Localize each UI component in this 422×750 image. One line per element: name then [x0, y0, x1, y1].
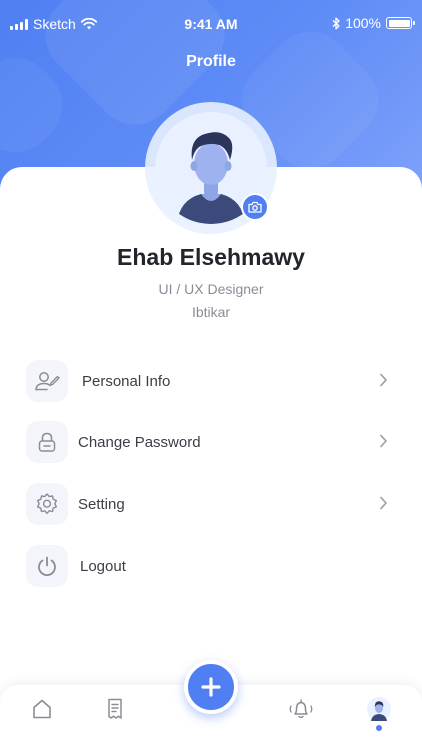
menu-item-change-password[interactable]: Change Password [26, 420, 396, 464]
bluetooth-icon [332, 17, 340, 29]
receipt-icon [108, 698, 122, 719]
change-photo-button[interactable] [241, 193, 269, 221]
user-company: Ibtikar [191, 304, 231, 320]
chevron-right-icon [380, 373, 387, 387]
home-icon [33, 699, 51, 719]
battery-level [388, 19, 410, 27]
menu-item-label: Logout [80, 557, 126, 575]
menu-item-setting[interactable]: Setting [26, 482, 396, 526]
active-tab-indicator [376, 725, 382, 731]
user-role: UI / UX Designer [158, 281, 264, 297]
status-bar: Sketch 9:41 AM 100% [0, 0, 422, 44]
battery-icon [386, 17, 415, 29]
user-name: Ehab Elsehmawy [117, 244, 305, 270]
status-right: 100% [332, 15, 415, 31]
power-icon [26, 545, 68, 587]
menu-item-label: Personal Info [82, 372, 171, 390]
page-title: Profile [186, 53, 236, 70]
logout-button[interactable]: Logout [26, 544, 396, 588]
tab-notifications[interactable] [286, 695, 316, 723]
chevron-right-icon [380, 496, 387, 510]
tab-profile[interactable] [366, 696, 392, 722]
lock-icon [26, 421, 68, 463]
add-button[interactable] [184, 660, 238, 714]
chevron-right-icon [380, 434, 387, 448]
tab-home[interactable] [28, 695, 56, 723]
gear-icon [26, 483, 68, 525]
profile-avatar-icon [367, 697, 391, 721]
menu-item-label: Setting [78, 495, 125, 513]
user-edit-icon [26, 360, 68, 402]
bell-icon [289, 699, 313, 719]
add-icon [201, 677, 221, 697]
battery-percent: 100% [345, 15, 381, 31]
tab-orders[interactable] [101, 695, 129, 723]
menu-item-personal-info[interactable]: Personal Info [26, 359, 396, 403]
camera-icon [248, 201, 262, 213]
menu-item-label: Change Password [78, 433, 201, 451]
